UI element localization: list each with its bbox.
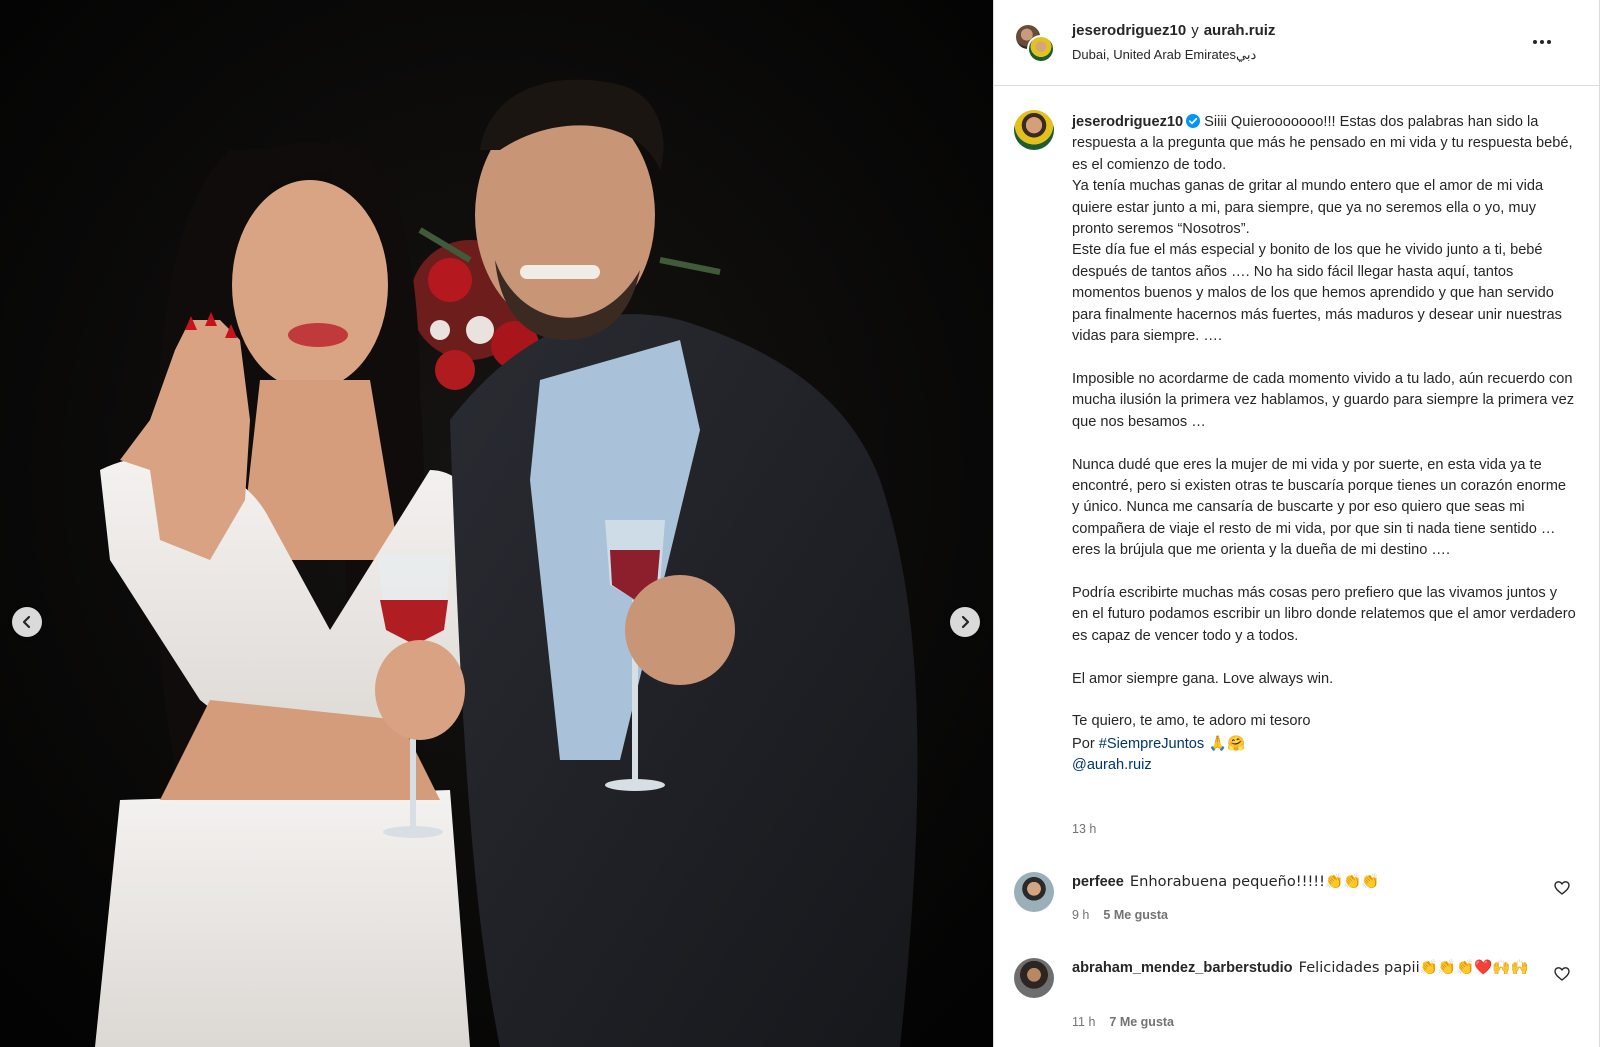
comment-likes[interactable]: 7 Me gusta — [1109, 1015, 1174, 1029]
comment-likes[interactable]: 5 Me gusta — [1103, 908, 1168, 922]
author-link-primary[interactable]: jeserodriguez10 — [1072, 22, 1186, 39]
post-header: jeserodriguez10 y aurah.ruiz Dubai, United… — [994, 0, 1600, 86]
caption-text: Siiii Quierooooooo!!! Estas dos palabras… — [1072, 114, 1576, 730]
comment-username[interactable]: perfeee — [1072, 874, 1124, 890]
comment-avatar[interactable] — [1014, 958, 1054, 998]
caption-mention[interactable]: @aurah.ruiz — [1072, 757, 1152, 773]
engagement-photo — [0, 0, 993, 1047]
caption-por-label: Por — [1072, 735, 1099, 752]
location-local-name[interactable]: دبي — [1236, 47, 1256, 62]
collab-avatars[interactable] — [1014, 23, 1058, 65]
caption-author-avatar[interactable] — [1014, 110, 1054, 150]
chevron-right-icon — [961, 615, 970, 629]
comment-body: perfeee Enhorabuena pequeño!!!!!👏👏👏 — [1072, 871, 1542, 893]
post-media — [0, 0, 993, 1047]
comment-meta: 9 h 5 Me gusta — [1072, 908, 1168, 922]
comment-time[interactable]: 11 h — [1072, 1015, 1095, 1029]
post-caption: jeserodriguez10 Siiii Quierooooooo!!! Est… — [1072, 112, 1577, 777]
comment-username[interactable]: abraham_mendez_barberstudio — [1072, 960, 1293, 976]
previous-photo-button[interactable] — [12, 607, 42, 637]
author-joiner: y — [1191, 22, 1199, 39]
caption-hashtag[interactable]: #SiempreJuntos — [1099, 736, 1204, 752]
caption-username[interactable]: jeserodriguez10 — [1072, 114, 1183, 130]
heart-outline-icon[interactable] — [1554, 966, 1570, 982]
comment-meta: 11 h 7 Me gusta — [1072, 1015, 1174, 1029]
comment-avatar[interactable] — [1014, 872, 1054, 912]
post-side-panel: jeserodriguez10 y aurah.ruiz Dubai, United… — [993, 0, 1600, 1047]
comment-text: Felicidades papii👏👏👏❤️🙌🙌 — [1298, 959, 1529, 976]
more-options-icon — [1533, 40, 1537, 44]
next-photo-button[interactable] — [950, 607, 980, 637]
comment-body: abraham_mendez_barberstudio Felicidades p… — [1072, 957, 1542, 979]
verified-badge-icon — [1186, 114, 1201, 128]
heart-outline-icon[interactable] — [1554, 880, 1570, 896]
location-name[interactable]: Dubai, United Arab Emirates — [1072, 47, 1236, 62]
caption-timestamp[interactable]: 13 h — [1072, 822, 1096, 836]
author-link-collab[interactable]: aurah.ruiz — [1204, 22, 1276, 39]
caption-hashtag-emojis: 🙏🤗 — [1204, 734, 1246, 752]
post-authors: jeserodriguez10 y aurah.ruiz — [1072, 22, 1275, 39]
more-options-button[interactable] — [1529, 32, 1555, 52]
avatar-jese[interactable] — [1027, 35, 1055, 63]
chevron-left-icon — [22, 615, 31, 629]
post-location[interactable]: Dubai, United Arab Emiratesدبي — [1072, 47, 1256, 63]
comment-time[interactable]: 9 h — [1072, 908, 1089, 922]
comment-text: Enhorabuena pequeño!!!!!👏👏👏 — [1129, 873, 1380, 890]
